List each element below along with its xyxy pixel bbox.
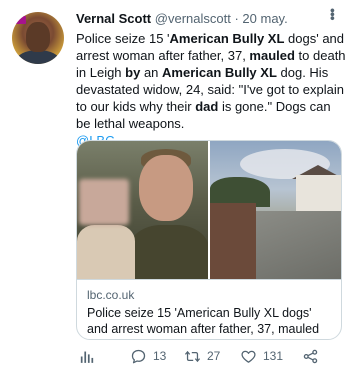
tweet-header: Vernal Scott @vernalscott · 20 may. (76, 11, 326, 27)
card-image-house (210, 141, 341, 279)
avatar-face (26, 22, 50, 52)
driveway (256, 211, 341, 279)
tweet-text-bold: by (125, 65, 141, 80)
avatar-shoulders (16, 50, 60, 64)
author-name[interactable]: Vernal Scott (76, 11, 151, 26)
tweet-date[interactable]: 20 may. (242, 11, 287, 26)
card-title: Police seize 15 'American Bully XL dogs'… (87, 306, 320, 339)
tweet-text-bold: dad (195, 99, 219, 114)
analytics-icon (80, 351, 94, 363)
tweet-text-segment: Police seize 15 ' (76, 31, 170, 46)
separator-dot: · (234, 11, 239, 26)
heart-icon (241, 350, 256, 363)
avatar-badge (12, 16, 26, 24)
tweet-text: Police seize 15 'American Bully XL dogs'… (76, 30, 346, 149)
tweet-body: Police seize 15 'American Bully XL dogs'… (76, 31, 346, 131)
avatar[interactable] (12, 12, 64, 64)
card-domain: lbc.co.uk (87, 288, 135, 302)
like-count: 131 (263, 349, 284, 363)
analytics-button[interactable] (78, 346, 95, 366)
baby-body (77, 225, 135, 279)
card-images[interactable] (77, 141, 341, 279)
retweet-count: 27 (207, 349, 221, 363)
card-info[interactable]: lbc.co.uk Police seize 15 'American Bull… (77, 279, 341, 339)
more-options-icon[interactable]: ••• (325, 8, 341, 20)
like-button[interactable]: 131 (240, 346, 283, 366)
share-button[interactable] (302, 346, 319, 366)
tweet-text-bold: mauled (249, 48, 295, 63)
blurred-face (79, 179, 129, 225)
retweet-button[interactable]: 27 (184, 346, 220, 366)
reply-button[interactable]: 13 (130, 346, 166, 366)
retweet-icon (184, 350, 201, 362)
man-shirt (129, 225, 208, 279)
action-bar: 13 27 131 (76, 346, 326, 366)
link-card[interactable]: lbc.co.uk Police seize 15 'American Bull… (76, 140, 342, 340)
share-icon (303, 349, 318, 363)
gate (210, 203, 256, 279)
tweet-text-segment: an (140, 65, 163, 80)
reply-icon (131, 349, 146, 363)
man-face (139, 155, 193, 221)
card-image-man (77, 141, 208, 279)
author-handle[interactable]: @vernalscott (155, 11, 231, 26)
reply-count: 13 (153, 349, 167, 363)
tweet-text-bold: American Bully XL (162, 65, 277, 80)
tweet-text-bold: American Bully XL (169, 31, 285, 46)
